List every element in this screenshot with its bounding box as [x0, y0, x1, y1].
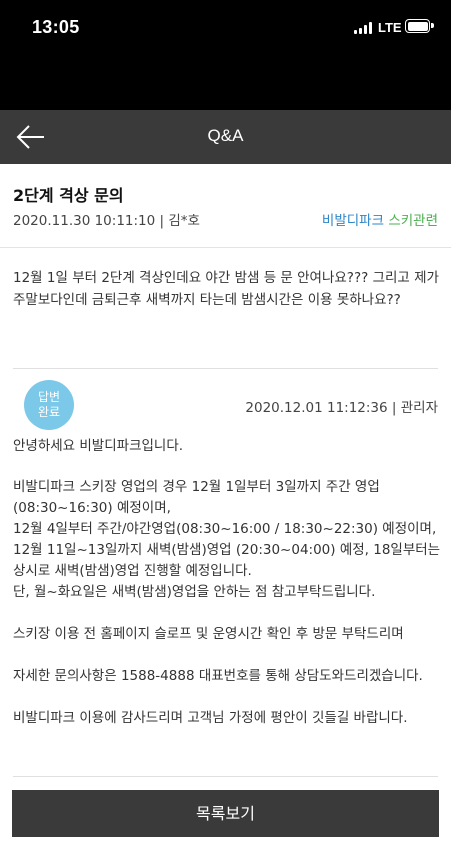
- divider: [13, 776, 438, 777]
- answer-status-badge: 답변 완료: [24, 380, 74, 430]
- battery-icon: [405, 19, 434, 33]
- post-header: 2단계 격상 문의 2020.11.30 10:11:10 | 김*호 비발디파…: [0, 164, 451, 248]
- status-bar: 13:05 LTE: [0, 0, 451, 58]
- answer-body: 안녕하세요 비발디파크입니다. 비발디파크 스키장 영업의 경우 12월 1일부…: [13, 436, 443, 750]
- status-time: 13:05: [32, 17, 80, 37]
- answer-greeting: 안녕하세요 비발디파크입니다.: [13, 438, 184, 454]
- network-type: LTE: [378, 20, 402, 35]
- post-meta: 2020.11.30 10:11:10 | 김*호: [13, 213, 200, 229]
- answer-schedule: 비발디파크 스키장 영업의 경우 12월 1일부터 3일까지 주간 영업 (08…: [13, 477, 443, 603]
- answer-schedule-line: 12월 11일~13일까지 새벽(밤샘)영업 (20:30~04:00) 예정,…: [13, 542, 441, 579]
- top-black-band: [0, 58, 451, 110]
- category-primary: 비발디파크: [321, 213, 385, 229]
- answer-schedule-line: 단, 월~화요일은 새벽(밤샘)영업을 안하는 점 참고부탁드립니다.: [13, 584, 376, 600]
- answer-contact: 자세한 문의사항은 1588-4888 대표번호를 통해 상담도와드리겠습니다.: [13, 668, 423, 684]
- header-bar: Q&A: [0, 110, 451, 164]
- post-title: 2단계 격상 문의: [13, 186, 124, 205]
- answer-schedule-line: 12월 4일부터 주간/야간영업(08:30~16:00 / 18:30~22:…: [13, 521, 437, 537]
- answer-schedule-line: 비발디파크 스키장 영업의 경우 12월 1일부터 3일까지 주간 영업: [13, 479, 380, 495]
- question-body: 12월 1일 부터 2단계 격상인데요 야간 밤샘 등 문 안여나요??? 그리…: [13, 270, 439, 308]
- category-secondary: 스키관련: [388, 213, 438, 229]
- post-category: 비발디파크 스키관련: [322, 209, 438, 229]
- list-button[interactable]: 목록보기: [12, 790, 439, 837]
- page-title: Q&A: [207, 126, 244, 145]
- divider: [13, 368, 438, 369]
- badge-line-2: 완료: [37, 405, 61, 419]
- answer-notice: 스키장 이용 전 홈페이지 슬로프 및 운영시간 확인 후 방문 부탁드리며: [13, 626, 404, 642]
- answer-meta: 2020.12.01 11:12:36 | 관리자: [245, 400, 438, 416]
- answer-schedule-line: (08:30~16:30) 예정이며,: [13, 500, 171, 516]
- badge-line-1: 답변: [37, 390, 61, 404]
- answer-closing: 비발디파크 이용에 감사드리며 고객님 가정에 평안이 깃들길 바랍니다.: [13, 710, 408, 726]
- signal-icon: [354, 22, 372, 34]
